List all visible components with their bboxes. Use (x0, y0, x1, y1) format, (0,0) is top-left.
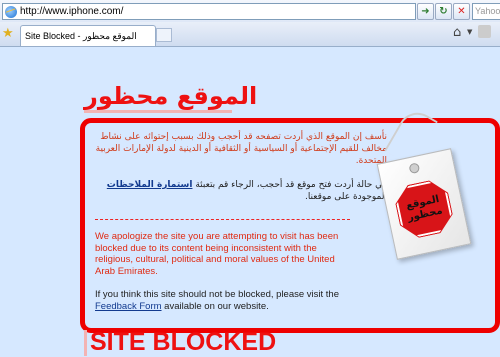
new-tab-button[interactable] (156, 28, 172, 42)
arabic-paragraph-2-prefix: في حالة أردت فتح موقع قد أحجب، الرجاء قم… (195, 180, 387, 190)
english-paragraph-2-prefix: If you think this site should not be blo… (95, 289, 339, 300)
title-underline (84, 110, 232, 113)
english-paragraph-1: We apologize the site you are attempting… (95, 231, 339, 277)
go-button[interactable]: ➜ (417, 3, 434, 20)
divider (95, 219, 350, 220)
tag-hole (408, 162, 421, 175)
feed-icon[interactable] (478, 25, 491, 38)
feedback-form-link[interactable]: Feedback Form (95, 301, 162, 312)
arabic-paragraph-2: في حالة أردت فتح موقع قد أحجب، الرجاء قم… (95, 179, 387, 203)
arabic-feedback-link[interactable]: استمارة الملاحظات (107, 180, 193, 190)
address-bar: http://www.iphone.com/ ➜ ↻ ✕ Yahoo (0, 0, 500, 23)
url-text: http://www.iphone.com/ (20, 6, 124, 17)
english-paragraph-2: If you think this site should not be blo… (95, 289, 355, 312)
url-field[interactable]: http://www.iphone.com/ (2, 3, 416, 20)
page-title-arabic: الموقع محظور (84, 82, 258, 110)
stop-sign-text: الموقع محظور (393, 178, 455, 240)
arabic-paragraph-1: نأسف إن الموقع الذي أردت تصفحه قد أحجب و… (95, 132, 387, 166)
refresh-icon: ↻ (439, 6, 448, 17)
tab-active[interactable]: Site Blocked - الموقع محظور (20, 25, 156, 46)
ie-page-icon (5, 5, 17, 18)
page-title-english: SITE BLOCKED (90, 328, 277, 356)
title-en-accent (84, 330, 87, 356)
tab-bar: ★ Site Blocked - الموقع محظور ⌂ ▼ (0, 22, 500, 47)
chevron-down-icon[interactable]: ▼ (467, 28, 472, 36)
home-icon[interactable]: ⌂ (453, 25, 461, 40)
stop-icon: ✕ (457, 6, 466, 17)
english-paragraph-2-suffix: available on our website. (164, 300, 269, 312)
refresh-button[interactable]: ↻ (435, 3, 452, 20)
stop-sign-icon: الموقع محظور (392, 177, 456, 241)
stop-button[interactable]: ✕ (453, 3, 470, 20)
go-icon: ➜ (421, 6, 430, 17)
favorites-star-icon[interactable]: ★ (2, 26, 14, 41)
arabic-paragraph-2-suffix: الموجودة على موقعنا. (304, 192, 387, 202)
search-input[interactable]: Yahoo (472, 3, 500, 20)
